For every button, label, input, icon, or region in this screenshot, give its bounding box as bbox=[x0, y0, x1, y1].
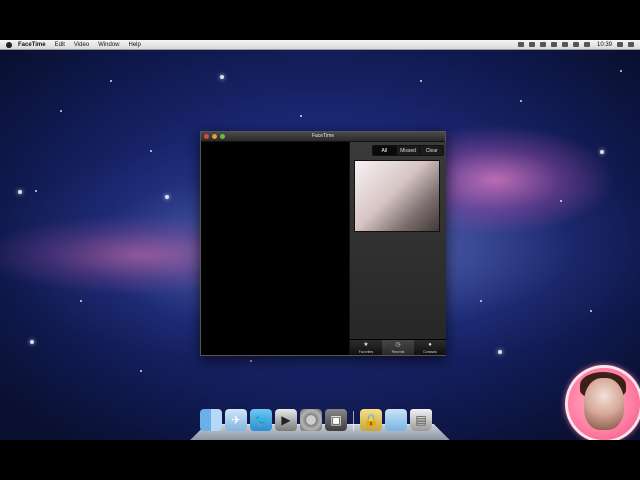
clock-icon: ◷ bbox=[395, 342, 401, 348]
wifi-icon[interactable] bbox=[561, 42, 568, 47]
system-preferences-icon[interactable] bbox=[300, 409, 322, 431]
tab-label: Contacts bbox=[423, 350, 437, 354]
facetime-window: FaceTime All Missed Clear ★ Favorites ◷ … bbox=[200, 131, 446, 356]
recents-panel: All Missed Clear ★ Favorites ◷ Recents ●… bbox=[349, 142, 446, 355]
star bbox=[18, 190, 22, 194]
star bbox=[150, 150, 152, 152]
star bbox=[165, 195, 169, 199]
star bbox=[300, 115, 302, 117]
star bbox=[480, 300, 482, 302]
star bbox=[620, 70, 622, 72]
dock-separator bbox=[353, 411, 354, 431]
menu-app-name[interactable]: FaceTime bbox=[18, 42, 46, 48]
menu-clock[interactable]: 10:39 bbox=[597, 42, 612, 48]
trash-icon[interactable]: ▤ bbox=[410, 409, 432, 431]
camera-preview bbox=[354, 160, 440, 232]
recents-filter: All Missed Clear bbox=[372, 145, 444, 156]
menu-bar: FaceTime Edit Video Window Help 10:39 bbox=[0, 40, 640, 50]
menu-edit[interactable]: Edit bbox=[55, 42, 65, 48]
battery-icon[interactable] bbox=[583, 42, 590, 47]
menu-window[interactable]: Window bbox=[98, 42, 119, 48]
avatar-face bbox=[584, 378, 624, 430]
screen-mirror-icon[interactable] bbox=[517, 42, 524, 47]
folder-icon[interactable] bbox=[385, 409, 407, 431]
star bbox=[140, 370, 142, 372]
tab-contacts[interactable]: ● Contacts bbox=[414, 340, 446, 355]
video-area bbox=[201, 142, 349, 355]
tab-label: Favorites bbox=[358, 350, 374, 354]
clear-button[interactable]: Clear bbox=[420, 146, 443, 155]
window-titlebar[interactable]: FaceTime bbox=[201, 132, 445, 142]
user-icon[interactable] bbox=[617, 42, 623, 47]
star bbox=[60, 110, 62, 112]
keychain-icon[interactable]: 🔒 bbox=[360, 409, 382, 431]
star bbox=[590, 310, 592, 312]
letterbox-bottom bbox=[0, 440, 640, 480]
tab-favorites[interactable]: ★ Favorites bbox=[350, 340, 382, 355]
imovie-icon[interactable]: ▶ bbox=[275, 409, 297, 431]
twitter-menu-icon[interactable] bbox=[528, 42, 535, 47]
star bbox=[498, 350, 502, 354]
facetime-icon[interactable]: ▣ bbox=[325, 409, 347, 431]
finder-icon[interactable] bbox=[200, 409, 222, 431]
bluetooth-icon[interactable] bbox=[550, 42, 557, 47]
person-icon: ● bbox=[428, 342, 432, 348]
star bbox=[520, 100, 522, 102]
star-icon: ★ bbox=[363, 342, 369, 348]
menu-help[interactable]: Help bbox=[129, 42, 141, 48]
menu-extras: 10:39 bbox=[517, 40, 634, 49]
twitter-icon[interactable]: 🐦 bbox=[250, 409, 272, 431]
star bbox=[250, 360, 252, 362]
dock: ✈ 🐦 ▶ ▣ 🔒 ▤ bbox=[200, 405, 440, 431]
star bbox=[220, 75, 224, 79]
star bbox=[420, 80, 422, 82]
filter-all-button[interactable]: All bbox=[373, 146, 397, 155]
apple-menu-icon[interactable] bbox=[6, 41, 12, 48]
avatar bbox=[565, 365, 640, 443]
sync-icon[interactable] bbox=[539, 42, 546, 47]
star bbox=[30, 340, 34, 344]
letterbox-top bbox=[0, 0, 640, 40]
star bbox=[600, 150, 604, 154]
volume-icon[interactable] bbox=[572, 42, 579, 47]
tab-label: Recents bbox=[391, 350, 405, 354]
mail-icon[interactable]: ✈ bbox=[225, 409, 247, 431]
spotlight-icon[interactable] bbox=[628, 42, 634, 47]
tab-recents[interactable]: ◷ Recents bbox=[382, 340, 414, 355]
star bbox=[560, 200, 562, 202]
star bbox=[110, 80, 112, 82]
star bbox=[35, 190, 37, 192]
star bbox=[80, 300, 82, 302]
filter-missed-button[interactable]: Missed bbox=[397, 146, 421, 155]
window-title: FaceTime bbox=[311, 133, 335, 139]
panel-tab-bar: ★ Favorites ◷ Recents ● Contacts bbox=[350, 339, 446, 355]
menu-video[interactable]: Video bbox=[74, 42, 89, 48]
